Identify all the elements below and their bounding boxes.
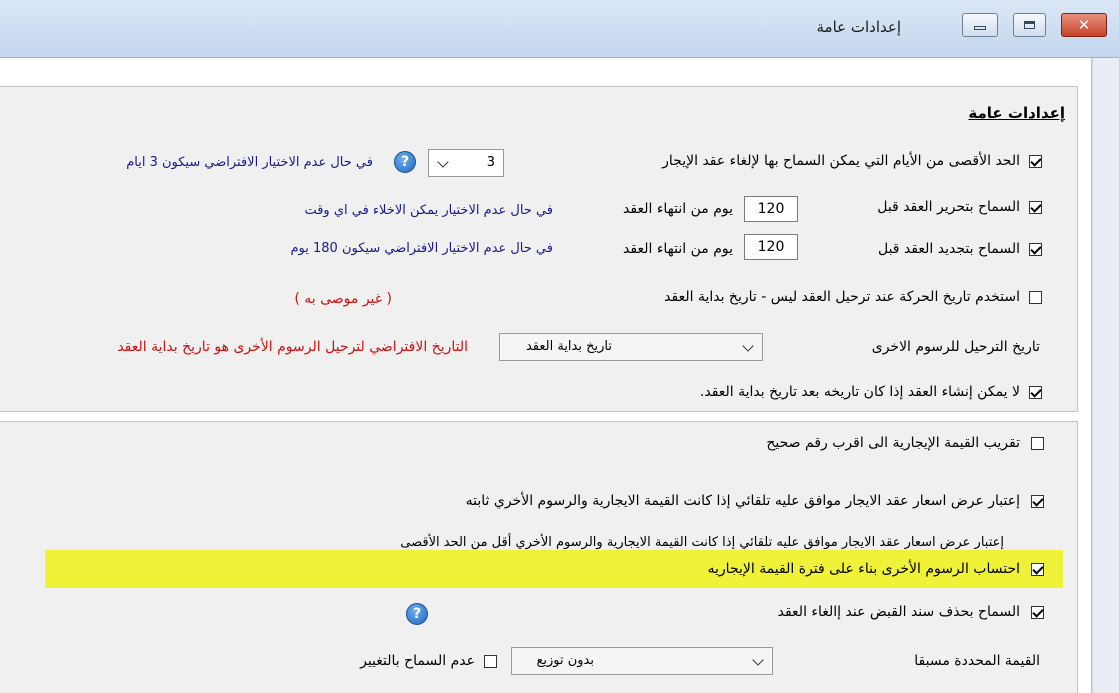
- renew-days-unit: يوم من انتهاء العقد: [623, 241, 733, 257]
- auto-approve-fixed-label: إعتبار عرض اسعار عقد الايجار موافق عليه …: [465, 493, 1020, 509]
- chevron-down-icon: [742, 340, 754, 352]
- max-days-note: في حال عدم الاختيار الافتراضي سيكون 3 اي…: [126, 155, 373, 170]
- allow-delete-receipt-checkbox[interactable]: [1031, 606, 1044, 619]
- restore-button[interactable]: [1013, 13, 1046, 37]
- allow-delete-receipt-label: السماح بحذف سند القبض عند إالغاء العقد: [777, 604, 1020, 620]
- auto-approve-below-max-label: إعتبار عرض اسعار عقد الايجار موافق عليه …: [400, 535, 1004, 550]
- close-button[interactable]: ✕: [1061, 13, 1107, 37]
- round-rent-checkbox[interactable]: [1031, 437, 1044, 450]
- auto-approve-fixed-checkbox[interactable]: [1031, 495, 1044, 508]
- renew-days-input[interactable]: 120: [744, 234, 798, 260]
- predefined-value-select[interactable]: بدون توزيع: [511, 647, 773, 675]
- scroll-strip: [1092, 58, 1119, 693]
- allow-edit-note: في حال عدم الاختيار يمكن الاخلاء في اي و…: [304, 203, 553, 218]
- chevron-down-icon: [752, 654, 764, 666]
- window-titlebar: إعدادات عامة ✕: [0, 0, 1119, 58]
- minimize-icon: [974, 25, 986, 30]
- no-create-after-start-label: لا يمكن إنشاء العقد إذا كان تاريخه بعد ت…: [699, 384, 1020, 400]
- not-recommended-note: ( غير موصى به ): [294, 291, 392, 307]
- calc-fees-period-label: احتساب الرسوم الأخرى بناء على فترة القيم…: [707, 561, 1020, 577]
- posting-date-label: تاريخ الترحيل للرسوم الاخرى: [871, 339, 1040, 355]
- max-days-cancel-checkbox[interactable]: [1029, 155, 1042, 168]
- allow-renew-label: السماح بتجديد العقد قبل: [877, 241, 1020, 257]
- round-rent-label: تقريب القيمة الإيجارية الى اقرب رقم صحيح: [766, 435, 1020, 451]
- edit-days-unit: يوم من انتهاء العقد: [623, 201, 733, 217]
- help-icon[interactable]: ?: [394, 151, 416, 173]
- no-change-label: عدم السماح بالتغيير: [360, 653, 475, 669]
- max-days-cancel-label: الحد الأقصى من الأيام التي يمكن السماح ب…: [662, 153, 1020, 169]
- window-title: إعدادات عامة: [816, 18, 902, 36]
- section-title: إعدادات عامة: [968, 104, 1065, 122]
- predefined-value-label: القيمة المحددة مسبقا: [914, 653, 1040, 669]
- allow-edit-label: السماح بتحرير العقد قبل: [877, 199, 1020, 215]
- allow-renew-note: في حال عدم الاختيار الافتراضي سيكون 180 …: [290, 241, 554, 256]
- max-days-value: 3: [486, 155, 495, 170]
- close-icon: ✕: [1077, 15, 1091, 34]
- calc-fees-period-checkbox[interactable]: [1031, 563, 1044, 576]
- movement-date-label: استخدم تاريخ الحركة عند ترحيل العقد ليس …: [664, 289, 1020, 305]
- no-change-checkbox[interactable]: [484, 655, 497, 668]
- restore-icon: [1024, 21, 1035, 29]
- edit-days-input[interactable]: 120: [744, 196, 798, 222]
- posting-date-note: التاريخ الافتراضي لترحيل الرسوم الأخرى ه…: [117, 339, 468, 355]
- posting-date-select[interactable]: تاريخ بداية العقد: [499, 333, 763, 361]
- posting-date-value: تاريخ بداية العقد: [525, 339, 612, 354]
- help-icon[interactable]: ?: [406, 603, 428, 625]
- minimize-button[interactable]: [962, 13, 998, 37]
- chevron-down-icon: [437, 156, 449, 168]
- no-create-after-start-checkbox[interactable]: [1029, 386, 1042, 399]
- max-days-select[interactable]: 3: [428, 149, 504, 177]
- allow-edit-checkbox[interactable]: [1029, 201, 1042, 214]
- movement-date-checkbox[interactable]: [1029, 291, 1042, 304]
- allow-renew-checkbox[interactable]: [1029, 243, 1042, 256]
- predefined-value-selected: بدون توزيع: [536, 653, 594, 668]
